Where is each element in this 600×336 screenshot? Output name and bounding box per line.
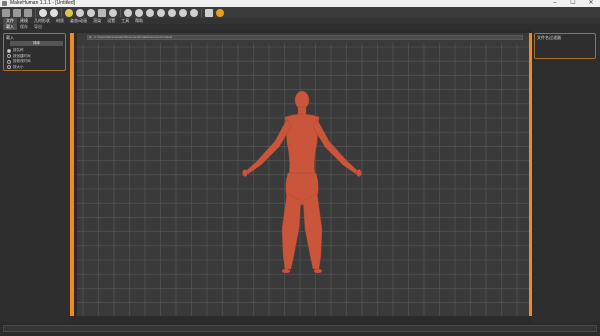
folder-icon[interactable]: ▤ [89,36,92,39]
left-view-icon[interactable] [146,8,154,17]
toolbar-separator [201,8,202,17]
toolbar-separator [61,8,62,17]
background-icon[interactable] [98,8,106,17]
redo-icon[interactable] [50,8,58,17]
left-splitter[interactable] [70,33,74,316]
sort-option[interactable]: 按修改时间 [7,59,31,64]
sort-option-label: 按名称 [13,48,24,52]
file-new-icon[interactable] [2,8,10,17]
sort-option[interactable]: 按名称 [7,48,24,53]
app-icon [2,1,7,6]
maximize-button[interactable]: ☐ [564,0,582,7]
sort-option[interactable]: 按创建时间 [7,54,31,59]
sort-option-label: 按创建时间 [13,53,31,58]
3d-viewport[interactable]: ▤ C:/Users/Administrator/Documents/makeh… [77,33,529,316]
smooth-icon[interactable] [76,8,84,17]
right-view-icon[interactable] [157,8,165,17]
left-panel: 载入 排序 按名称 按创建时间 按修改时间 按大小 [0,30,70,322]
bottom-view-icon[interactable] [179,8,187,17]
back-view-icon[interactable] [135,8,143,17]
sort-header: 排序 [10,41,63,46]
file-save-icon[interactable] [13,8,21,17]
toolbar-separator [120,8,121,17]
top-view-icon[interactable] [168,8,176,17]
filter-box-title: 文件名过滤器 [537,35,561,40]
grid-icon[interactable] [205,8,213,17]
file-export-icon[interactable] [24,8,32,17]
load-options-box: 载入 排序 按名称 按创建时间 按修改时间 按大小 [3,33,66,71]
filter-box: 文件名过滤器 [534,33,596,59]
close-button[interactable]: ✕ [582,0,600,7]
title-bar: MakeHuman 1.1.1 - [Untitled] – ☐ ✕ [0,0,600,7]
sort-option[interactable]: 按大小 [7,65,24,70]
window-title: MakeHuman 1.1.1 - [Untitled] [10,0,76,6]
minimize-button[interactable]: – [546,0,564,7]
sort-option-label: 按大小 [13,64,24,69]
path-field[interactable]: ▤ C:/Users/Administrator/Documents/makeh… [87,35,523,40]
wireframe-icon[interactable] [87,8,95,17]
path-text: C:/Users/Administrator/Documents/makehum… [94,35,173,39]
toolbar-separator [35,8,36,17]
radio-button[interactable] [7,48,11,53]
radio-button[interactable] [7,54,11,58]
front-view-icon[interactable] [124,8,132,17]
window-controls: – ☐ ✕ [546,0,600,7]
help-icon[interactable] [216,8,224,17]
undo-icon[interactable] [39,8,47,17]
reset-camera-icon[interactable] [190,8,198,17]
right-panel: 文件名过滤器 [532,30,600,322]
radio-button[interactable] [7,59,11,64]
radio-button[interactable] [7,65,11,69]
status-bar [0,322,600,336]
reset-icon[interactable] [65,8,73,17]
human-model[interactable] [77,33,529,316]
toolbar [0,7,600,18]
sort-option-label: 按修改时间 [13,59,31,63]
sub-tabs: 载入 保存 导出 [0,24,600,30]
status-field [3,325,597,332]
pose-icon[interactable] [109,8,117,17]
